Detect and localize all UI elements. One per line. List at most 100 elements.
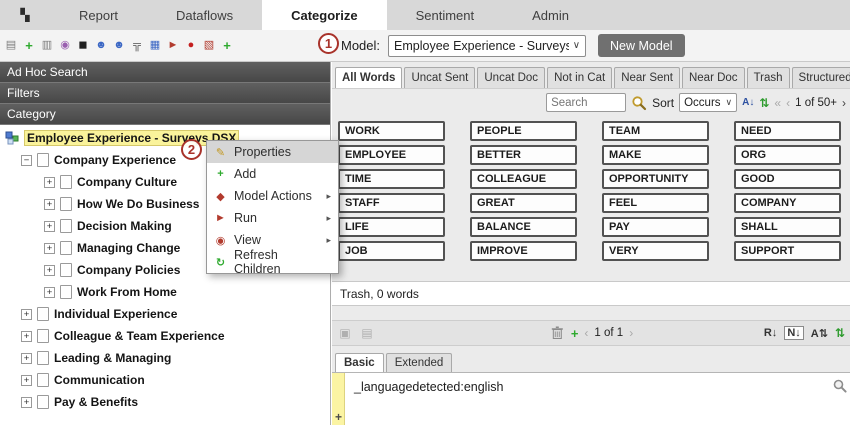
save-icon[interactable]: ▣ — [337, 325, 353, 341]
add-rule-icon[interactable]: + — [571, 326, 579, 341]
tab-sentiment[interactable]: Sentiment — [387, 0, 504, 30]
report-doc-icon[interactable]: ▧ — [201, 38, 217, 54]
expand-icon[interactable]: + — [44, 243, 55, 254]
expand-icon[interactable]: + — [21, 397, 32, 408]
word-chip[interactable]: GOOD — [734, 169, 841, 189]
menu-item-add[interactable]: + Add — [207, 163, 338, 185]
snapshot-icon[interactable]: ◉ — [57, 38, 73, 54]
word-chip[interactable]: COMPANY — [734, 193, 841, 213]
word-chip[interactable]: SUPPORT — [734, 241, 841, 261]
export-icon[interactable]: ▤ — [359, 325, 375, 341]
word-chip[interactable]: COLLEAGUE — [470, 169, 577, 189]
menu-item-refresh-children[interactable]: ↻ Refresh Children — [207, 251, 338, 273]
sort-r-icon[interactable]: R↓ — [764, 327, 777, 339]
word-chip[interactable]: BETTER — [470, 145, 577, 165]
expand-icon[interactable]: + — [21, 331, 32, 342]
expand-icon[interactable]: + — [21, 353, 32, 364]
sort-a-icon[interactable]: A⇅ — [811, 327, 828, 340]
word-chip[interactable]: EMPLOYEE — [338, 145, 445, 165]
prev-page-icon[interactable]: ‹ — [584, 326, 588, 340]
word-chip[interactable]: PEOPLE — [470, 121, 577, 141]
next-page-icon[interactable]: › — [629, 326, 633, 340]
sort-n-icon[interactable]: N↓ — [784, 326, 803, 340]
word-chip[interactable]: BALANCE — [470, 217, 577, 237]
word-chip[interactable]: MAKE — [602, 145, 709, 165]
add-line-icon[interactable]: + — [333, 410, 344, 424]
menu-item-run[interactable]: ► Run ▸ — [207, 207, 338, 229]
word-chip[interactable]: NEED — [734, 121, 841, 141]
expand-icon[interactable]: + — [44, 265, 55, 276]
tab-basic[interactable]: Basic — [335, 353, 384, 372]
expand-icon[interactable]: + — [44, 177, 55, 188]
expand-icon[interactable]: + — [21, 375, 32, 386]
editor-search-icon[interactable] — [832, 378, 848, 394]
tab-trash[interactable]: Trash — [747, 67, 790, 88]
sort-refresh-icon[interactable]: ⇅ — [835, 326, 845, 340]
new-model-button[interactable]: New Model — [598, 34, 685, 57]
rule-editor[interactable]: + _languagedetected:english — [332, 372, 850, 425]
audio-icon[interactable]: ► — [165, 38, 181, 54]
section-ad-hoc-search[interactable]: Ad Hoc Search — [0, 62, 330, 83]
sort-az-icon[interactable]: A↓ — [742, 97, 754, 108]
tree-item-pay-benefits[interactable]: + Pay & Benefits — [0, 391, 330, 413]
word-chip[interactable]: IMPROVE — [470, 241, 577, 261]
trash-icon[interactable] — [549, 325, 565, 341]
word-chip[interactable]: TIME — [338, 169, 445, 189]
tree-item-communication[interactable]: + Communication — [0, 369, 330, 391]
word-chip[interactable]: TEAM — [602, 121, 709, 141]
menu-item-properties[interactable]: ✎ Properties — [207, 141, 338, 163]
open-model-icon[interactable]: ▤ — [3, 38, 19, 54]
user-export-icon[interactable]: ☻ — [111, 38, 127, 54]
tree-item-individual-experience[interactable]: + Individual Experience — [0, 303, 330, 325]
word-chip[interactable]: LIFE — [338, 217, 445, 237]
word-chip[interactable]: WORK — [338, 121, 445, 141]
tab-uncat-sent[interactable]: Uncat Sent — [404, 67, 475, 88]
tab-uncat-doc[interactable]: Uncat Doc — [477, 67, 545, 88]
search-icon[interactable] — [631, 95, 647, 111]
tag-icon[interactable]: ◼ — [75, 38, 91, 54]
tab-near-sent[interactable]: Near Sent — [614, 67, 680, 88]
word-chip[interactable]: VERY — [602, 241, 709, 261]
word-chip[interactable]: JOB — [338, 241, 445, 261]
hierarchy-icon[interactable]: ╦ — [129, 38, 145, 54]
collapse-icon[interactable]: − — [21, 155, 32, 166]
tab-extended[interactable]: Extended — [386, 353, 453, 372]
prev-page-icon[interactable]: ‹ — [786, 96, 790, 110]
word-chip[interactable]: STAFF — [338, 193, 445, 213]
first-page-icon[interactable]: « — [774, 96, 781, 110]
sort-refresh-icon[interactable]: ⇅ — [759, 96, 769, 110]
word-chip[interactable]: OPPORTUNITY — [602, 169, 709, 189]
add-item-icon[interactable]: + — [219, 38, 235, 54]
tab-all-words[interactable]: All Words — [335, 67, 402, 88]
sort-select[interactable]: Occurs ∨ — [679, 93, 737, 112]
word-chip[interactable]: PAY — [602, 217, 709, 237]
tab-not-in-cat[interactable]: Not in Cat — [547, 67, 612, 88]
word-chip[interactable]: ORG — [734, 145, 841, 165]
tab-dataflows[interactable]: Dataflows — [147, 0, 262, 30]
section-category[interactable]: Category — [0, 104, 330, 125]
record-icon[interactable]: ● — [183, 38, 199, 54]
add-model-icon[interactable]: + — [21, 38, 37, 54]
tree-item-work-from-home[interactable]: + Work From Home — [0, 281, 330, 303]
expand-icon[interactable]: + — [44, 221, 55, 232]
table-icon[interactable]: ▦ — [147, 38, 163, 54]
tree-item-colleague-team-experience[interactable]: + Colleague & Team Experience — [0, 325, 330, 347]
copy-model-icon[interactable]: ▥ — [39, 38, 55, 54]
section-filters[interactable]: Filters — [0, 83, 330, 104]
tree-item-leading-managing[interactable]: + Leading & Managing — [0, 347, 330, 369]
menu-item-model-actions[interactable]: ◆ Model Actions ▸ — [207, 185, 338, 207]
word-chip[interactable]: GREAT — [470, 193, 577, 213]
tab-report[interactable]: Report — [50, 0, 147, 30]
expand-icon[interactable]: + — [44, 199, 55, 210]
expand-icon[interactable]: + — [21, 309, 32, 320]
tab-categorize[interactable]: Categorize — [262, 0, 386, 30]
search-input[interactable] — [546, 93, 626, 112]
expand-icon[interactable]: + — [44, 287, 55, 298]
tab-near-doc[interactable]: Near Doc — [682, 67, 745, 88]
user-icon[interactable]: ☻ — [93, 38, 109, 54]
tab-structured[interactable]: Structured — [792, 67, 850, 88]
model-select[interactable]: Employee Experience - Surveys I ∨ — [388, 35, 586, 57]
next-page-icon[interactable]: › — [842, 96, 846, 110]
word-chip[interactable]: SHALL — [734, 217, 841, 237]
word-chip[interactable]: FEEL — [602, 193, 709, 213]
